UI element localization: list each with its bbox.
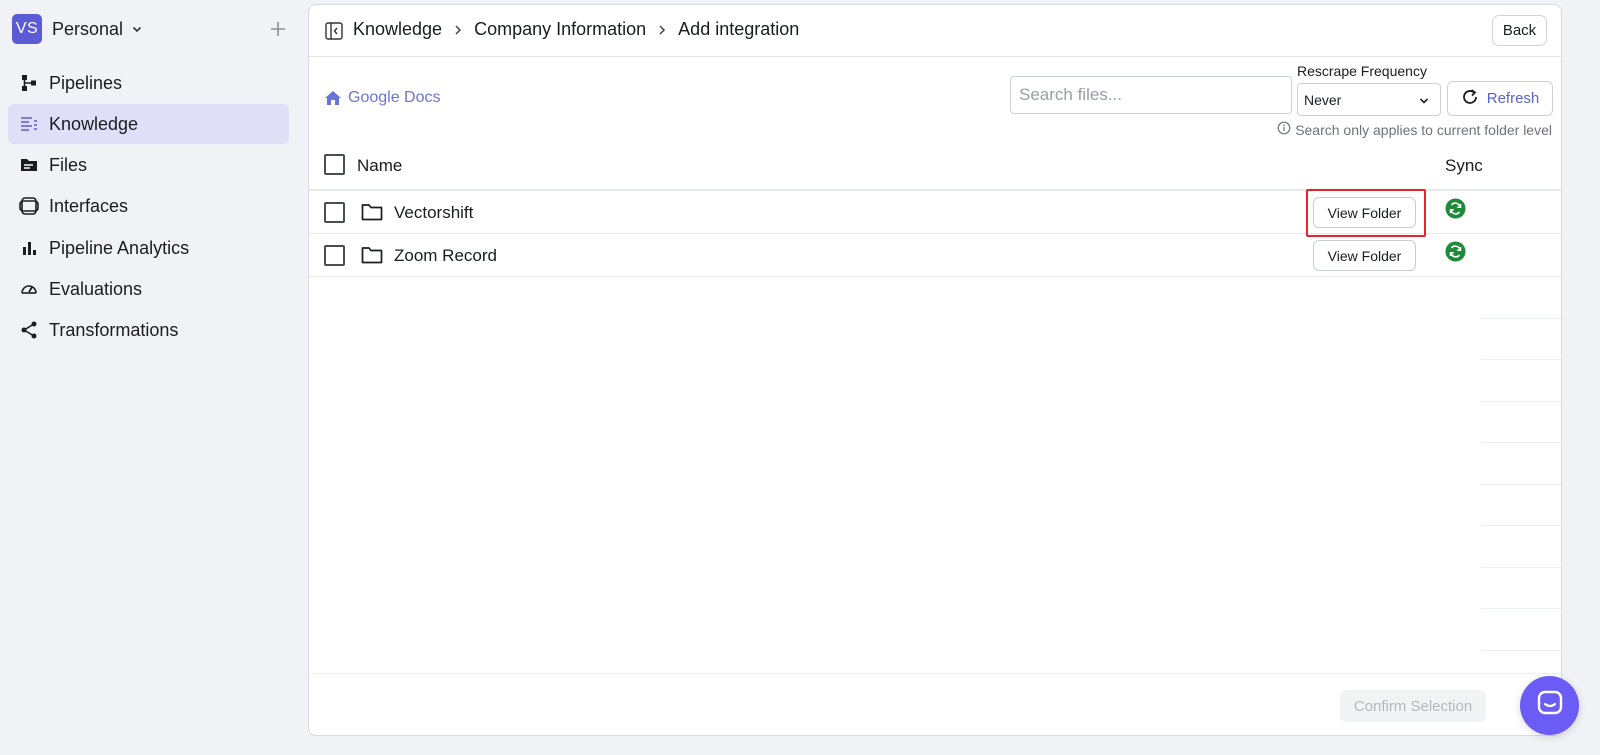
sidebar-nav: Pipelines Knowledge Files Interfaces Pip… (8, 63, 289, 351)
column-header-name: Name (357, 156, 403, 175)
info-icon (1277, 121, 1291, 138)
sidebar-item-pipeline-analytics[interactable]: Pipeline Analytics (8, 228, 289, 268)
breadcrumb: Knowledge Company Information Add integr… (353, 19, 799, 40)
sidebar-item-label: Pipelines (49, 72, 123, 93)
sidebar-item-label: Evaluations (49, 278, 143, 299)
select-all-checkbox[interactable] (324, 154, 345, 175)
sidebar-item-interfaces[interactable]: Interfaces (8, 186, 289, 226)
interfaces-icon (19, 196, 39, 216)
rescrape-frequency-select[interactable]: Never (1297, 83, 1441, 116)
view-folder-button[interactable]: View Folder (1313, 240, 1416, 271)
confirm-selection-button[interactable]: Confirm Selection (1340, 690, 1486, 722)
refresh-button[interactable]: Refresh (1447, 81, 1553, 116)
refresh-label: Refresh (1486, 90, 1540, 107)
files-icon (19, 155, 39, 175)
chevron-down-icon (1418, 94, 1430, 110)
breadcrumb-company-information[interactable]: Company Information (474, 19, 646, 40)
column-header-sync: Sync (1445, 156, 1483, 175)
folder-icon (361, 203, 383, 221)
chat-icon (1536, 689, 1564, 722)
rescrape-frequency-label: Rescrape Frequency (1297, 63, 1427, 79)
refresh-icon (1461, 88, 1479, 110)
breadcrumb-add-integration: Add integration (678, 19, 800, 39)
analytics-icon (19, 238, 39, 258)
folder-name[interactable]: Vectorshift (394, 203, 473, 223)
sidebar-item-label: Pipeline Analytics (49, 237, 190, 258)
breadcrumb-knowledge[interactable]: Knowledge (353, 19, 442, 40)
home-link-label: Google Docs (348, 89, 441, 106)
sidebar-item-label: Files (49, 154, 88, 175)
rescrape-frequency-value: Never (1304, 91, 1342, 108)
folder-icon (361, 246, 383, 264)
sidebar-item-files[interactable]: Files (8, 145, 289, 185)
chevron-down-icon[interactable] (131, 23, 143, 35)
search-hint: Search only applies to current folder le… (1277, 121, 1552, 138)
search-input[interactable] (1010, 76, 1292, 114)
home-icon (324, 89, 342, 107)
sync-status-icon[interactable] (1445, 198, 1466, 219)
sidebar: VS Personal Pipelines Knowledge Files In… (0, 0, 300, 755)
view-folder-button[interactable]: View Folder (1313, 197, 1416, 228)
transformations-icon (19, 320, 39, 340)
chat-support-button[interactable] (1520, 676, 1579, 735)
workspace-switcher[interactable]: VS Personal (12, 14, 290, 44)
sidebar-item-pipelines[interactable]: Pipelines (8, 63, 289, 103)
row-checkbox[interactable] (324, 245, 345, 266)
google-docs-home-link[interactable]: Google Docs (324, 89, 441, 107)
sidebar-item-label: Interfaces (49, 195, 129, 216)
table-row: Zoom Record View Folder (309, 235, 1561, 277)
chevron-right-icon (453, 24, 463, 36)
back-button[interactable]: Back (1492, 15, 1547, 46)
sidebar-item-evaluations[interactable]: Evaluations (8, 269, 289, 309)
search-hint-text: Search only applies to current folder le… (1295, 121, 1552, 138)
pipelines-icon (19, 73, 39, 93)
sidebar-item-transformations[interactable]: Transformations (8, 310, 289, 350)
add-workspace-icon[interactable] (266, 17, 290, 41)
chevron-right-icon (657, 24, 667, 36)
workspace-avatar: VS (12, 14, 42, 44)
table-row: Vectorshift View Folder (309, 192, 1561, 234)
sidebar-item-label: Transformations (49, 319, 179, 340)
table-header: Name Sync (309, 143, 1561, 191)
row-checkbox[interactable] (324, 202, 345, 223)
sidebar-collapse-icon[interactable] (324, 21, 344, 41)
folder-name[interactable]: Zoom Record (394, 246, 497, 266)
evaluations-icon (19, 279, 39, 299)
sidebar-item-label: Knowledge (49, 113, 139, 134)
background-rows (1481, 277, 1561, 677)
footer-divider (309, 673, 1561, 674)
page-header: Knowledge Company Information Add integr… (309, 5, 1561, 57)
sidebar-item-knowledge[interactable]: Knowledge (8, 104, 289, 144)
workspace-name: Personal (52, 18, 124, 39)
main-panel: Knowledge Company Information Add integr… (308, 4, 1562, 736)
knowledge-icon (19, 114, 39, 134)
sync-status-icon[interactable] (1445, 241, 1466, 262)
